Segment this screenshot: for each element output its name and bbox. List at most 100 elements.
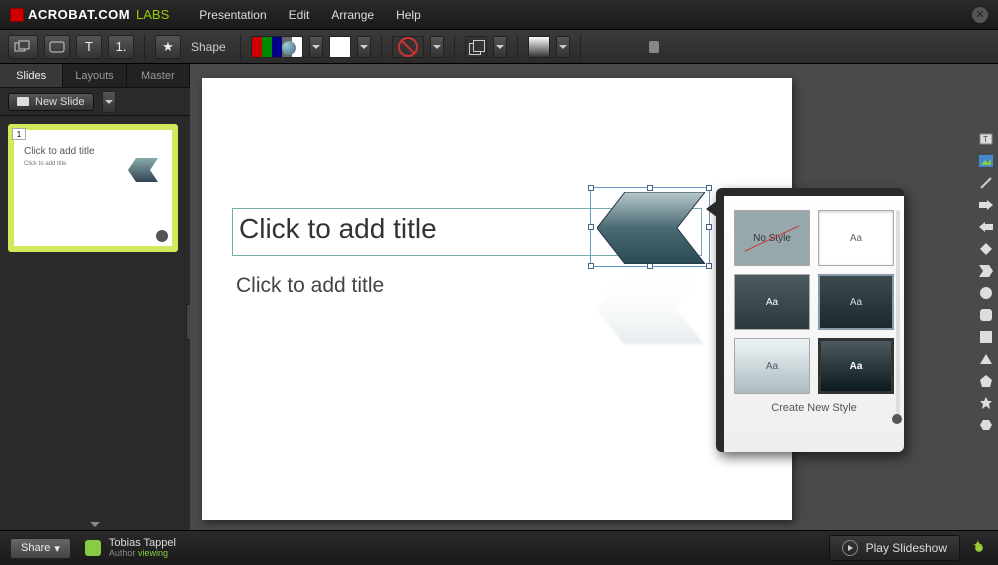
rounded-square-icon[interactable] (977, 306, 995, 324)
new-slide-row: New Slide (0, 88, 190, 116)
thumb-options-icon[interactable] (156, 230, 168, 242)
white-swatch[interactable] (329, 36, 351, 58)
tab-master[interactable]: Master (127, 64, 190, 87)
tab-slides[interactable]: Slides (0, 64, 63, 87)
star-icon[interactable] (977, 394, 995, 412)
toolbar-separator (144, 35, 145, 59)
fill-color-picker[interactable] (251, 36, 303, 58)
style-popup: No Style Aa Aa Aa Aa Aa Create New Style (716, 188, 904, 452)
effects-icon[interactable] (970, 539, 988, 557)
scroll-down-icon[interactable] (90, 522, 100, 527)
user-block: Tobias Tappel Author viewing (85, 537, 176, 559)
duplicate-icon (14, 40, 32, 54)
thumb-chevron-icon (128, 158, 158, 182)
tab-layouts[interactable]: Layouts (63, 64, 126, 87)
menu-items: Presentation Edit Arrange Help (199, 8, 420, 22)
app-suffix: LABS (136, 7, 169, 22)
popup-scrollbar[interactable] (896, 210, 900, 420)
resize-handle[interactable] (588, 224, 594, 230)
resize-handle[interactable] (706, 224, 712, 230)
chevron-reflection (596, 272, 704, 344)
arrow-right-icon[interactable] (977, 196, 995, 214)
app-name: ACROBAT.COM (28, 7, 130, 22)
resize-handle[interactable] (588, 263, 594, 269)
toolbar-separator (517, 35, 518, 59)
play-label: Play Slideshow (866, 541, 947, 555)
create-new-style-button[interactable]: Create New Style (734, 402, 894, 414)
user-avatar-icon (85, 540, 101, 556)
new-slide-button[interactable]: New Slide (8, 93, 94, 111)
selection-box[interactable] (590, 187, 710, 267)
triangle-icon[interactable] (977, 350, 995, 368)
arrow-left-icon[interactable] (977, 218, 995, 236)
panel-tabs: Slides Layouts Master (0, 64, 190, 88)
canvas-area: Click to add title Click to add title No… (190, 64, 968, 530)
style-option-dark[interactable]: Aa (734, 274, 810, 330)
menu-presentation[interactable]: Presentation (199, 8, 266, 22)
gradient-swatch[interactable] (528, 36, 550, 58)
share-button[interactable]: Share ▾ (10, 538, 71, 559)
style-option-none[interactable]: No Style (734, 210, 810, 266)
hexagon-icon[interactable] (977, 416, 995, 434)
resize-handle[interactable] (588, 185, 594, 191)
style-option-light[interactable]: Aa (734, 338, 810, 394)
list-tool[interactable]: 1. (108, 35, 134, 59)
fill-dropdown[interactable] (309, 36, 323, 58)
diamond-icon[interactable] (977, 240, 995, 258)
share-label: Share (21, 542, 50, 554)
play-slideshow-button[interactable]: Play Slideshow (829, 535, 960, 561)
resize-handle[interactable] (706, 263, 712, 269)
toolbar-separator (381, 35, 382, 59)
stroke-dropdown[interactable] (430, 36, 444, 58)
thumbnails: 1 Click to add title Click to add title (0, 116, 190, 260)
slide-icon (17, 97, 29, 106)
gradient-dropdown[interactable] (556, 36, 570, 58)
image-icon[interactable] (977, 152, 995, 170)
star-tool[interactable]: ★ (155, 35, 181, 59)
acrobat-icon (10, 8, 24, 22)
svg-text:T: T (983, 135, 988, 144)
close-button[interactable]: ✕ (972, 7, 988, 23)
style-option-bold[interactable]: Aa (818, 338, 894, 394)
slide-tool[interactable] (44, 35, 70, 59)
left-panel: Slides Layouts Master New Slide 1 Click … (0, 64, 190, 530)
pentagon-icon[interactable] (977, 372, 995, 390)
menu-help[interactable]: Help (396, 8, 421, 22)
circle-icon[interactable] (977, 284, 995, 302)
resize-handle[interactable] (647, 185, 653, 191)
status-value: viewing (138, 548, 168, 558)
arrange-dropdown[interactable] (493, 36, 507, 58)
new-slide-dropdown[interactable] (102, 91, 116, 113)
chevron-shape[interactable] (597, 192, 705, 264)
author-label: Author (109, 548, 136, 558)
menubar: ACROBAT.COM LABS Presentation Edit Arran… (0, 0, 998, 30)
toolbar-separator (454, 35, 455, 59)
slide-canvas[interactable]: Click to add title Click to add title (202, 78, 792, 520)
toolbar-separator (240, 35, 241, 59)
subtitle-placeholder[interactable]: Click to add title (236, 274, 384, 298)
slide-thumbnail[interactable]: 1 Click to add title Click to add title (8, 124, 178, 252)
text-tool[interactable]: T (76, 35, 102, 59)
line-icon[interactable] (977, 174, 995, 192)
toolbar: T 1. ★ Shape (0, 30, 998, 64)
style-option-dark-border[interactable]: Aa (818, 274, 894, 330)
chevron-icon[interactable] (977, 262, 995, 280)
arrange-button[interactable] (465, 36, 487, 58)
menu-edit[interactable]: Edit (289, 8, 310, 22)
menu-arrange[interactable]: Arrange (331, 8, 374, 22)
opacity-slider[interactable] (599, 45, 659, 49)
textbox-icon[interactable]: T (977, 130, 995, 148)
thumb-number: 1 (12, 128, 26, 140)
square-icon[interactable] (977, 328, 995, 346)
new-slide-label: New Slide (35, 96, 85, 108)
no-stroke-button[interactable] (392, 36, 424, 58)
right-tool-strip: T (974, 130, 998, 434)
style-option-white[interactable]: Aa (818, 210, 894, 266)
popup-scroll-down-icon[interactable] (892, 414, 902, 424)
thumb-preview: Click to add title Click to add title (14, 130, 172, 246)
duplicate-tool[interactable] (8, 35, 38, 59)
style-grid: No Style Aa Aa Aa Aa Aa (734, 210, 894, 394)
shape-label: Shape (191, 40, 226, 54)
swatch-dropdown[interactable] (357, 36, 371, 58)
resize-handle[interactable] (706, 185, 712, 191)
